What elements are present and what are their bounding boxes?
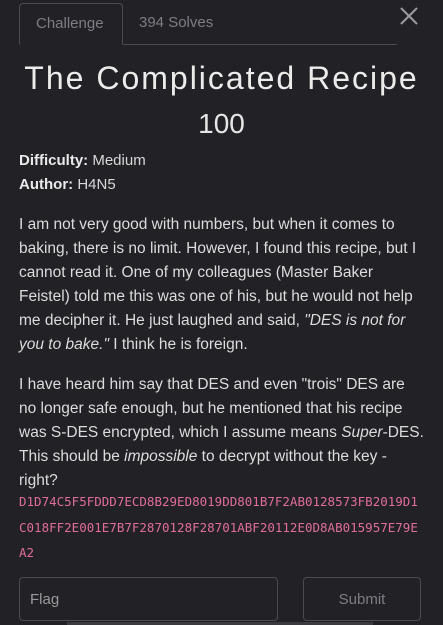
close-icon[interactable]	[399, 6, 419, 26]
description-emphasis: impossible	[124, 448, 198, 465]
flag-input[interactable]	[19, 577, 278, 621]
ciphertext: D1D74C5F5FDDD7ECD8B29ED8019DD801B7F2AB01…	[19, 494, 418, 560]
submit-button[interactable]: Submit	[303, 577, 421, 621]
difficulty-label: Difficulty:	[19, 152, 89, 169]
challenge-title: The Complicated Recipe	[24, 60, 419, 96]
tab-solves[interactable]: 394 Solves	[123, 3, 229, 43]
challenge-points: 100	[198, 108, 245, 139]
tab-challenge[interactable]: Challenge	[19, 3, 123, 45]
description-text: I think he is foreign.	[108, 336, 248, 353]
tab-bar: Challenge 394 Solves	[19, 3, 397, 45]
description-emphasis: Super	[341, 424, 383, 441]
author-value: H4N5	[77, 176, 116, 193]
description-paragraph-1: I am not very good with numbers, but whe…	[19, 213, 424, 357]
description-paragraph-2: I have heard him say that DES and even "…	[19, 373, 424, 493]
difficulty-value: Medium	[92, 152, 146, 169]
difficulty-line: Difficulty: Medium	[19, 152, 146, 169]
author-line: Author: H4N5	[19, 176, 116, 193]
author-label: Author:	[19, 176, 74, 193]
